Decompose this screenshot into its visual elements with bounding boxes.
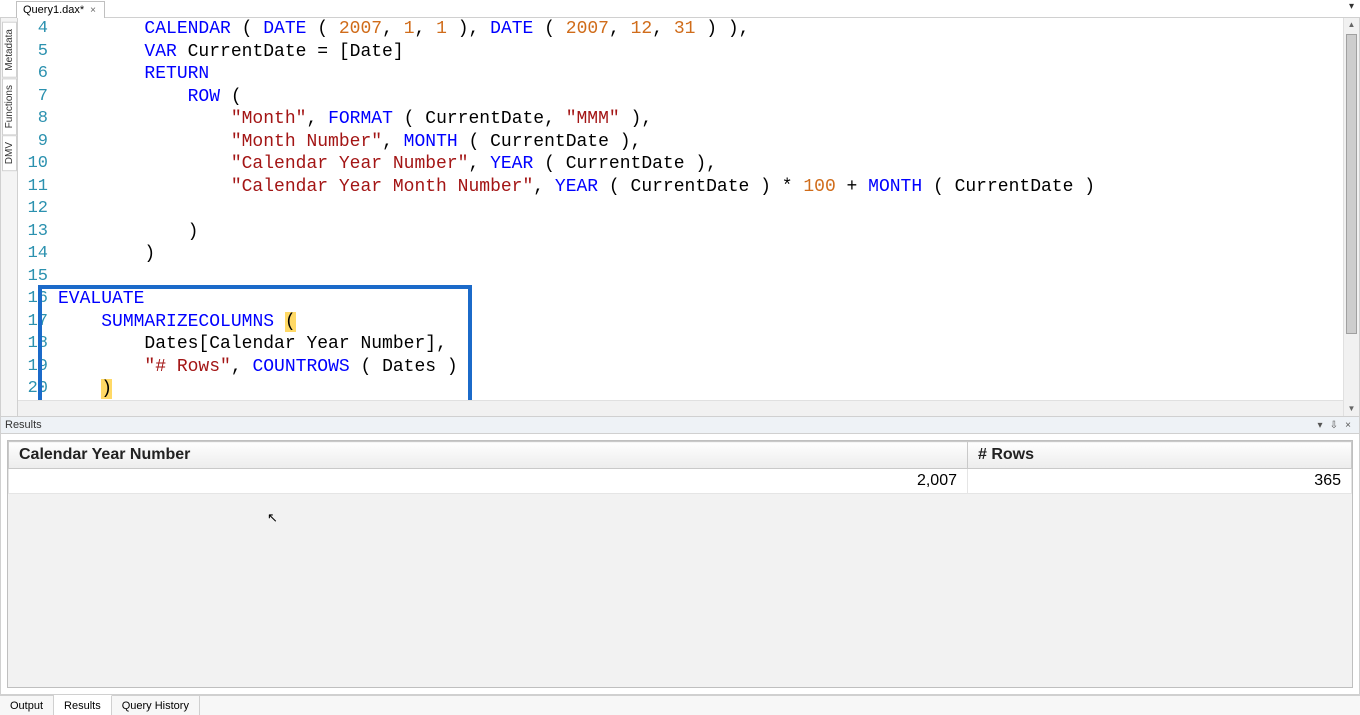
table-row[interactable]: 2,007 365 xyxy=(9,469,1352,494)
line-number: 10 xyxy=(18,153,58,176)
line-number: 9 xyxy=(18,131,58,154)
panel-pin-icon[interactable]: ⇩ xyxy=(1327,420,1341,431)
bracket-highlight: ) xyxy=(101,379,112,399)
panel-dropdown-icon[interactable]: ▾ xyxy=(1313,420,1327,431)
code-editor[interactable]: 4 CALENDAR ( DATE ( 2007, 1, 1 ), DATE (… xyxy=(18,18,1359,416)
document-tab-label: Query1.dax* xyxy=(23,4,84,16)
line-number: 11 xyxy=(18,176,58,199)
document-tabstrip: Query1.dax* × ▾ xyxy=(0,0,1360,18)
document-tab[interactable]: Query1.dax* × xyxy=(16,1,105,18)
main-area: Metadata Functions DMV 4 CALENDAR ( DATE… xyxy=(0,18,1360,715)
bottom-tab-history[interactable]: Query History xyxy=(112,696,200,715)
line-number: 16 xyxy=(18,288,58,311)
bottom-tab-output[interactable]: Output xyxy=(0,696,54,715)
line-number: 18 xyxy=(18,333,58,356)
line-number: 7 xyxy=(18,86,58,109)
results-title: Results xyxy=(5,419,1313,431)
line-number: 19 xyxy=(18,356,58,379)
line-number: 17 xyxy=(18,311,58,334)
line-number: 12 xyxy=(18,198,58,221)
line-number: 13 xyxy=(18,221,58,244)
line-number: 6 xyxy=(18,63,58,86)
bottom-tab-results[interactable]: Results xyxy=(54,695,112,715)
tabstrip-overflow-icon[interactable]: ▾ xyxy=(1349,1,1354,12)
line-number: 14 xyxy=(18,243,58,266)
results-grid[interactable]: Calendar Year Number # Rows 2,007 365 xyxy=(8,441,1352,494)
scrollbar-thumb[interactable] xyxy=(1346,34,1357,334)
table-header-row: Calendar Year Number # Rows xyxy=(9,442,1352,469)
bottom-tab-bar: Output Results Query History xyxy=(0,695,1360,715)
line-number: 5 xyxy=(18,41,58,64)
code-editor-viewport[interactable]: 4 CALENDAR ( DATE ( 2007, 1, 1 ), DATE (… xyxy=(18,18,1359,416)
grid-empty-area xyxy=(8,494,1352,687)
vertical-scrollbar[interactable]: ▲ ▼ xyxy=(1343,18,1359,416)
side-tab-functions[interactable]: Functions xyxy=(2,78,17,135)
column-header[interactable]: # Rows xyxy=(968,442,1352,469)
results-panel: Results ▾ ⇩ × Calendar Year Number # Row… xyxy=(0,417,1360,695)
results-body: Calendar Year Number # Rows 2,007 365 xyxy=(1,434,1359,694)
bracket-highlight: ( xyxy=(285,312,296,332)
line-number: 4 xyxy=(18,18,58,41)
line-number: 8 xyxy=(18,108,58,131)
app-root: Query1.dax* × ▾ Metadata Functions DMV 4… xyxy=(0,0,1360,715)
table-cell: 2,007 xyxy=(9,469,968,494)
editor-row: Metadata Functions DMV 4 CALENDAR ( DATE… xyxy=(0,18,1360,417)
scroll-up-icon[interactable]: ▲ xyxy=(1344,18,1359,32)
close-icon[interactable]: × xyxy=(90,5,96,16)
side-tab-dmv[interactable]: DMV xyxy=(2,135,17,171)
table-cell: 365 xyxy=(968,469,1352,494)
panel-close-icon[interactable]: × xyxy=(1341,420,1355,431)
column-header[interactable]: Calendar Year Number xyxy=(9,442,968,469)
scroll-down-icon[interactable]: ▼ xyxy=(1344,402,1359,416)
side-tab-well: Metadata Functions DMV xyxy=(1,18,18,416)
line-number: 20 xyxy=(18,378,58,401)
results-header: Results ▾ ⇩ × xyxy=(1,417,1359,434)
side-tab-metadata[interactable]: Metadata xyxy=(2,22,17,78)
results-grid-wrap: Calendar Year Number # Rows 2,007 365 xyxy=(7,440,1353,688)
horizontal-scrollbar[interactable] xyxy=(18,400,1343,416)
line-number: 15 xyxy=(18,266,58,289)
